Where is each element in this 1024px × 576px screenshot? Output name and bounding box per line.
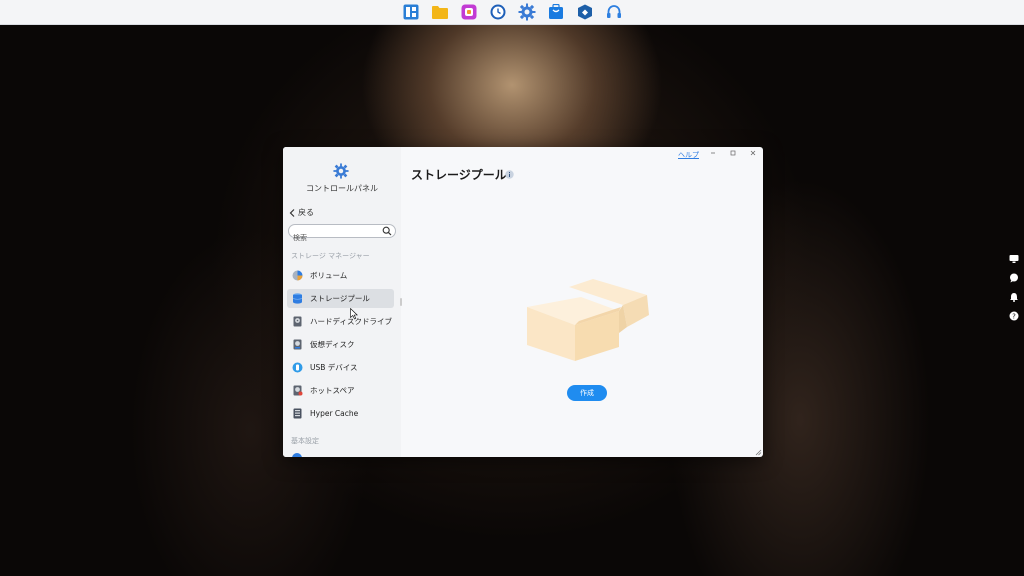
hot-spare-icon: [292, 385, 303, 396]
volume-icon: [292, 270, 303, 281]
sidebar-item-hard-disk[interactable]: ハードディスクドライブ: [287, 312, 394, 331]
security-icon[interactable]: [576, 3, 594, 21]
info-icon[interactable]: [505, 170, 514, 179]
search-input[interactable]: [289, 232, 381, 244]
main-content: ストレージプール ヘルプ 作成: [401, 147, 763, 457]
sidebar-item-label: ホットスペア: [310, 386, 355, 395]
top-dock: [0, 0, 1024, 25]
empty-box-illustration: [527, 279, 649, 361]
app-title: コントロールパネル: [306, 184, 378, 193]
side-toolbar: ?: [1008, 253, 1020, 321]
desktop-app-icon[interactable]: [402, 3, 420, 21]
resize-grip-icon[interactable]: [754, 448, 762, 456]
sidebar-item-label: USB デバイス: [310, 363, 358, 372]
section-basic-settings: 基本設定: [291, 437, 319, 445]
minimize-icon: [711, 152, 715, 154]
back-label: 戻る: [298, 208, 314, 217]
support-icon[interactable]: [605, 3, 623, 21]
virtual-disk-icon: [292, 339, 303, 350]
bell-icon[interactable]: [1009, 291, 1020, 302]
sidebar-item-volume[interactable]: ボリューム: [287, 266, 394, 285]
chevron-left-icon: [289, 208, 295, 217]
hard-disk-icon: [292, 316, 303, 327]
sidebar-item-label: ボリューム: [310, 271, 348, 280]
help-link[interactable]: ヘルプ: [678, 150, 699, 160]
control-panel-icon[interactable]: [518, 3, 536, 21]
clock-icon[interactable]: [489, 3, 507, 21]
sidebar-item-virtual-disk[interactable]: 仮想ディスク: [287, 335, 394, 354]
page-title: ストレージプール: [411, 168, 507, 182]
sidebar-item-label: ストレージプール: [310, 294, 370, 303]
sidebar-item-hyper-cache[interactable]: Hyper Cache: [287, 404, 394, 423]
close-button[interactable]: [748, 149, 758, 159]
svg-text:?: ?: [1012, 312, 1016, 320]
chat-icon[interactable]: [1009, 272, 1020, 283]
storage-pool-icon: [292, 293, 303, 304]
search-icon[interactable]: [382, 226, 392, 236]
back-link[interactable]: 戻る: [289, 207, 314, 218]
maximize-button[interactable]: [728, 149, 738, 159]
next-item-icon: [292, 453, 302, 457]
control-panel-gear-icon: [333, 163, 349, 179]
sidebar-item-usb[interactable]: USB デバイス: [287, 358, 394, 377]
app-center-icon[interactable]: [460, 3, 478, 21]
mouse-cursor-icon: [350, 308, 358, 320]
usb-icon: [292, 362, 303, 373]
maximize-icon: [730, 150, 736, 156]
search-box: [288, 224, 396, 244]
store-icon[interactable]: [547, 3, 565, 21]
create-button[interactable]: 作成: [567, 385, 607, 401]
sidebar: コントロールパネル 戻る ストレージ マネージャー ボリューム ストレージプール…: [283, 147, 401, 457]
control-panel-window: コントロールパネル 戻る ストレージ マネージャー ボリューム ストレージプール…: [283, 147, 763, 457]
help-icon[interactable]: ?: [1009, 310, 1020, 321]
section-storage-manager: ストレージ マネージャー: [291, 252, 370, 260]
minimize-button[interactable]: [708, 149, 718, 159]
close-icon: [750, 150, 756, 156]
sidebar-item-label: 仮想ディスク: [310, 340, 355, 349]
sidebar-item-hot-spare[interactable]: ホットスペア: [287, 381, 394, 400]
sidebar-item-label: Hyper Cache: [310, 409, 359, 418]
display-icon[interactable]: [1009, 253, 1020, 264]
file-manager-icon[interactable]: [431, 3, 449, 21]
sidebar-item-storage-pool[interactable]: ストレージプール: [287, 289, 394, 308]
hyper-cache-icon: [292, 408, 303, 419]
